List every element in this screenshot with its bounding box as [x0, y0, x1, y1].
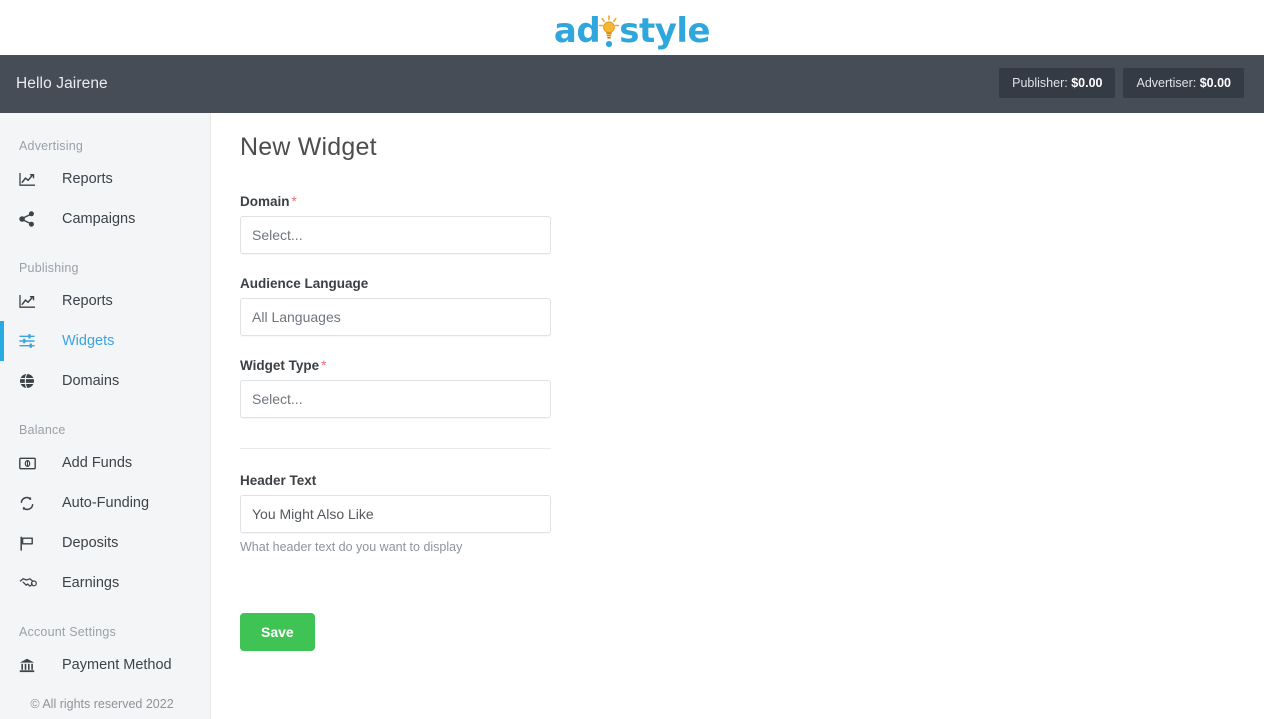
sidebar-item-advertising-reports[interactable]: Reports — [0, 159, 210, 199]
sidebar-item-domains[interactable]: Domains — [0, 361, 210, 401]
sidebar-item-label: Widgets — [62, 333, 115, 349]
main-content: New Widget Domain * Select... Audience La… — [211, 113, 1264, 719]
sidebar-item-label: Reports — [62, 293, 113, 309]
domain-select-value: Select... — [252, 227, 303, 243]
sidebar-item-payment-method[interactable]: Payment Method — [0, 645, 210, 685]
widget-type-label-text: Widget Type — [240, 358, 320, 373]
sidebar-item-deposits[interactable]: Deposits — [0, 523, 210, 563]
sidebar-item-label: Domains — [62, 373, 120, 389]
logo-bar: ad style — [0, 0, 1264, 55]
advertiser-balance-label: Advertiser: — [1136, 76, 1197, 90]
advertiser-balance-amount: $0.00 — [1199, 76, 1231, 90]
domain-select[interactable]: Select... — [240, 216, 551, 254]
sidebar-item-add-funds[interactable]: Add Funds — [0, 443, 210, 483]
sidebar-item-earnings[interactable]: Earnings — [0, 563, 210, 603]
publisher-balance-amount: $0.00 — [1071, 76, 1103, 90]
header-text-label-text: Header Text — [240, 473, 317, 488]
widget-type-select-value: Select... — [252, 391, 303, 407]
money-bill-icon — [19, 457, 45, 470]
sidebar-section-account-settings: Account Settings — [19, 625, 117, 639]
field-header-text: Header Text You Might Also Like What hea… — [240, 473, 551, 554]
domain-label: Domain * — [240, 194, 551, 209]
logo-text-ad: ad — [553, 10, 601, 51]
form-divider — [240, 448, 551, 449]
header-text-help: What header text do you want to display — [240, 540, 463, 554]
required-asterisk: * — [321, 358, 327, 373]
new-widget-form: Domain * Select... Audience Language All … — [240, 194, 551, 651]
field-domain: Domain * Select... — [240, 194, 551, 254]
publisher-balance-label: Publisher: — [1012, 76, 1068, 90]
sync-arrows-icon — [19, 496, 45, 511]
greeting-text: Hello Jairene — [16, 75, 108, 92]
adstyle-logo[interactable]: ad style — [553, 8, 711, 51]
header-text-label: Header Text — [240, 473, 551, 488]
sliders-icon — [19, 333, 45, 349]
widget-type-select[interactable]: Select... — [240, 380, 551, 418]
field-audience-language: Audience Language All Languages — [240, 276, 551, 336]
globe-icon — [19, 373, 45, 389]
balance-badges: Publisher: $0.00 Advertiser: $0.00 — [999, 68, 1244, 98]
logo-text-style: style — [619, 10, 711, 51]
sidebar-item-publishing-reports[interactable]: Reports — [0, 281, 210, 321]
app-root: ad style Hello Jairene Publisher: $0.00 … — [0, 0, 1264, 719]
sidebar-item-auto-funding[interactable]: Auto-Funding — [0, 483, 210, 523]
audience-language-label-text: Audience Language — [240, 276, 369, 291]
sidebar-item-label: Campaigns — [62, 211, 136, 227]
handshake-icon — [19, 577, 45, 590]
sidebar-copyright: © All rights reserved 2022 — [30, 697, 174, 711]
flag-icon — [19, 535, 45, 551]
top-bar: Hello Jairene Publisher: $0.00 Advertise… — [0, 55, 1264, 113]
sidebar-section-advertising: Advertising — [19, 139, 84, 153]
field-widget-type: Widget Type * Select... — [240, 358, 551, 418]
sidebar: Advertising Reports Campaigns Publishing… — [0, 113, 211, 719]
save-button[interactable]: Save — [240, 613, 315, 651]
bank-icon — [19, 658, 45, 673]
sidebar-item-widgets[interactable]: Widgets — [0, 321, 210, 361]
share-nodes-icon — [19, 211, 45, 227]
audience-language-label: Audience Language — [240, 276, 551, 291]
page-title: New Widget — [240, 133, 377, 161]
chart-line-icon — [19, 172, 45, 187]
audience-language-select-value: All Languages — [252, 309, 341, 325]
domain-label-text: Domain — [240, 194, 290, 209]
header-text-input[interactable]: You Might Also Like — [240, 495, 551, 533]
publisher-balance-badge[interactable]: Publisher: $0.00 — [999, 68, 1116, 98]
widget-type-label: Widget Type * — [240, 358, 551, 373]
lightbulb-icon — [598, 14, 620, 48]
sidebar-section-balance: Balance — [19, 423, 66, 437]
audience-language-select[interactable]: All Languages — [240, 298, 551, 336]
sidebar-item-label: Deposits — [62, 535, 119, 551]
sidebar-item-label: Reports — [62, 171, 113, 187]
sidebar-item-label: Earnings — [62, 575, 120, 591]
advertiser-balance-badge[interactable]: Advertiser: $0.00 — [1123, 68, 1244, 98]
required-asterisk: * — [291, 194, 297, 209]
sidebar-item-campaigns[interactable]: Campaigns — [0, 199, 210, 239]
header-text-value: You Might Also Like — [252, 506, 374, 522]
sidebar-item-label: Auto-Funding — [62, 495, 150, 511]
chart-line-icon — [19, 294, 45, 309]
sidebar-item-label: Add Funds — [62, 455, 133, 471]
sidebar-item-label: Payment Method — [62, 657, 172, 673]
sidebar-section-publishing: Publishing — [19, 261, 79, 275]
